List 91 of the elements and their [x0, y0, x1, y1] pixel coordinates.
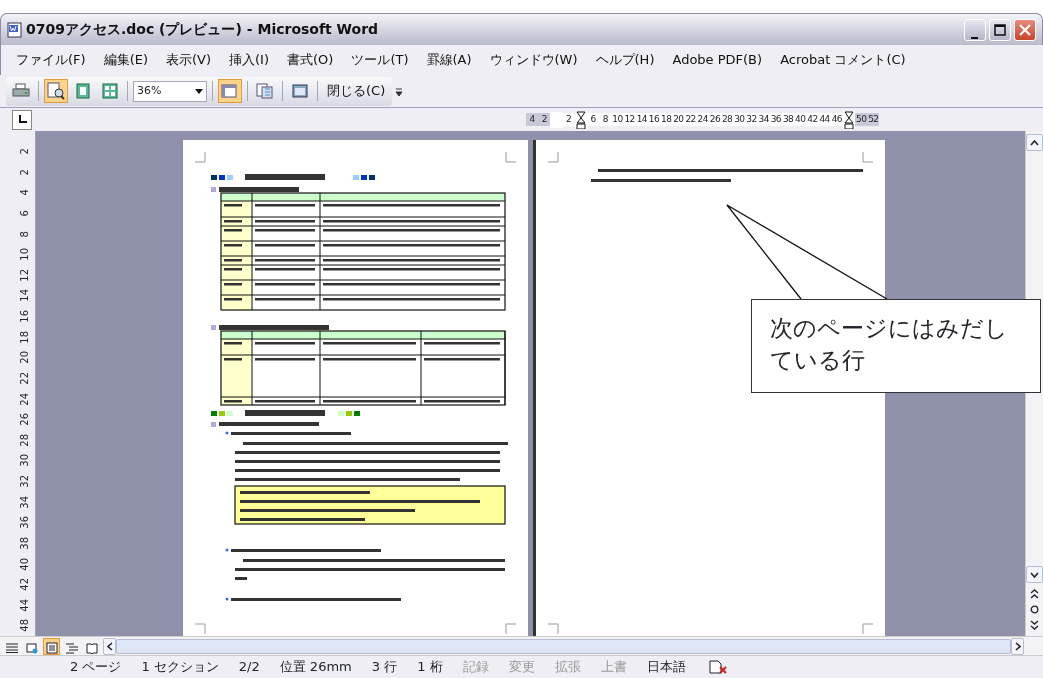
down-chevron-icon — [1030, 571, 1039, 578]
ruler-number: 36 — [18, 515, 32, 531]
ruler-number: 42 — [18, 577, 32, 593]
menu-item[interactable]: Acrobat コメント(C) — [771, 50, 915, 70]
ruler-number: 2 — [18, 147, 32, 157]
ruler-number: 4 — [18, 188, 32, 198]
scroll-down-button[interactable] — [1026, 566, 1043, 583]
status-item: 位置 26mm — [278, 658, 353, 677]
status-item: 拡張 — [553, 658, 582, 677]
menu-item[interactable]: ヘルプ(H) — [586, 50, 664, 70]
ruler-number: 32 — [18, 473, 32, 490]
menu-item[interactable]: 表示(V) — [157, 50, 221, 70]
ruler-number: 20 — [18, 350, 32, 366]
ruler-number: 2 — [538, 112, 551, 127]
ruler-number: 28 — [721, 112, 734, 127]
status-item: 上書 — [599, 658, 628, 677]
status-item: 2 ページ — [69, 658, 123, 677]
ruler-number: 16 — [18, 308, 32, 325]
ruler-number: 26 — [18, 412, 32, 428]
ruler-number: 10 — [18, 247, 32, 263]
ruler-number: 18 — [660, 112, 673, 127]
left-chevron-icon — [106, 641, 113, 651]
status-item: 2/2 — [237, 658, 261, 677]
ruler-number: 10 — [611, 112, 624, 127]
ruler-number: 38 — [18, 535, 32, 552]
ruler-number: 34 — [18, 494, 32, 511]
close-button[interactable] — [1014, 18, 1036, 41]
up-chevron-icon — [1030, 139, 1039, 146]
menu-item[interactable]: 書式(O) — [278, 50, 343, 70]
window-title: 0709アクセス.doc (プレビュー) - Microsoft Word — [26, 20, 379, 39]
status-item: 1 桁 — [416, 658, 444, 677]
next-page-icon[interactable] — [1030, 620, 1039, 630]
zoom-dropdown[interactable]: 36% — [133, 80, 207, 102]
caret-icon — [195, 88, 203, 94]
browse-object-icon[interactable] — [1030, 605, 1039, 614]
ruler-number: 48 — [18, 618, 32, 635]
ruler-number: 8 — [18, 229, 32, 239]
ruler-number: 44 — [18, 597, 32, 614]
right-chevron-icon — [1014, 641, 1021, 651]
ruler-number: 8 — [599, 112, 612, 127]
ruler-number: 2 — [18, 167, 32, 178]
menu-item[interactable]: ウィンドウ(W) — [480, 50, 587, 70]
menu-item[interactable]: 編集(E) — [94, 50, 157, 70]
menu-item[interactable]: 挿入(I) — [220, 50, 278, 70]
close-preview-button[interactable]: 閉じる(C) — [323, 81, 390, 101]
ruler-number: 40 — [794, 112, 807, 127]
ruler-number: 30 — [733, 112, 746, 127]
status-item: 日本語 — [645, 658, 687, 677]
ruler-number: 6 — [18, 209, 32, 219]
menu-item[interactable]: Adobe PDF(B) — [663, 50, 772, 70]
close-icon — [1018, 22, 1032, 37]
ruler-number: 22 — [18, 370, 32, 387]
scroll-up-button[interactable] — [1026, 134, 1043, 151]
maximize-button[interactable] — [989, 18, 1011, 41]
status-item: 1 セクション — [140, 658, 220, 677]
ruler-number: 24 — [18, 391, 32, 408]
scroll-right-button[interactable] — [1011, 637, 1024, 655]
word-document-icon — [7, 21, 23, 38]
ruler-icon[interactable] — [218, 79, 242, 103]
previous-page-icon[interactable] — [1030, 589, 1039, 599]
ruler-number: 32 — [745, 112, 758, 127]
status-item: 3 行 — [370, 658, 399, 677]
status-item: 変更 — [507, 658, 536, 677]
menu-item[interactable]: 罫線(A) — [417, 50, 481, 70]
ruler-gap — [550, 111, 563, 128]
ruler-number: 12 — [18, 267, 32, 284]
corner-icon — [17, 115, 27, 124]
menu-item[interactable]: ツール(T) — [342, 50, 418, 70]
ruler-number: 18 — [18, 329, 32, 346]
spelling-status-icon[interactable] — [707, 659, 730, 675]
ruler-number: 30 — [18, 453, 32, 470]
minimize-button[interactable] — [964, 18, 986, 41]
ruler-number: 4 — [526, 112, 539, 127]
magnifier-icon[interactable] — [44, 79, 68, 103]
menu-item[interactable]: ファイル(F) — [7, 50, 95, 70]
ruler-number: 40 — [18, 556, 32, 573]
tab-selector[interactable] — [12, 109, 32, 130]
ruler-number: 28 — [18, 432, 32, 449]
callout: 次のページにはみだしている行 — [751, 299, 1041, 393]
ruler-number: 14 — [18, 288, 32, 305]
scroll-left-button[interactable] — [103, 637, 116, 655]
ruler-number: 42 — [806, 112, 819, 127]
toolbar-options-icon[interactable] — [395, 85, 404, 97]
ruler-number: 20 — [672, 112, 685, 127]
ruler-number: 22 — [684, 112, 697, 127]
maximize-icon — [994, 23, 1006, 36]
status-item: 記録 — [461, 658, 490, 677]
scrollbar-thumb[interactable] — [116, 638, 1011, 654]
ruler-number: 50 — [855, 112, 868, 127]
ruler-number: 52 — [867, 112, 880, 127]
print-view-icon[interactable] — [43, 637, 60, 655]
